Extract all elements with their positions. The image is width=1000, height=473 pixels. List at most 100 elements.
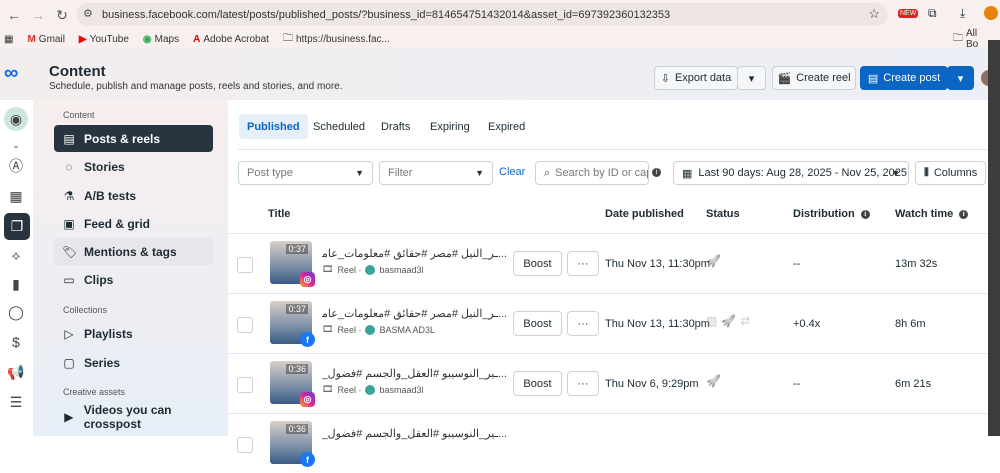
info-icon[interactable]: i (652, 168, 661, 177)
tag-icon: 🏷 (62, 244, 78, 259)
boost-button[interactable]: Boost (513, 251, 562, 276)
profile-avatar[interactable] (984, 6, 998, 20)
column-header-watch-time[interactable]: Watch time i (895, 208, 969, 220)
distribution-value: -- (793, 378, 801, 390)
info-icon[interactable]: i (860, 209, 870, 219)
more-options-button[interactable]: ··· (567, 251, 599, 276)
column-header-distribution[interactable]: Distribution i (793, 208, 870, 220)
bookmark-folder[interactable]: 🗀 https://business.fac... (283, 31, 390, 48)
video-duration: 0:37 (286, 244, 308, 254)
adjacent-window-edge (988, 40, 1000, 436)
home-icon[interactable]: Ⓐ (4, 154, 28, 178)
playlist-icon: ▷ (64, 326, 74, 341)
caret-down-icon: ▼ (891, 168, 900, 178)
columns-button[interactable]: ⦀ Columns (915, 161, 986, 185)
monetization-icon[interactable]: $ (4, 330, 28, 354)
create-post-button[interactable]: ▤ Create post (860, 66, 948, 90)
forward-icon[interactable]: → (28, 7, 48, 23)
post-type-select[interactable]: Post type ▼ (238, 161, 373, 185)
bookmark-gmail[interactable]: M Gmail (27, 34, 64, 45)
calendar-icon[interactable]: ▦ (4, 184, 28, 208)
partnerships-icon[interactable]: ⟡ (4, 243, 28, 267)
tab-expired[interactable]: Expired (480, 114, 533, 139)
apps-icon[interactable]: ▦ (4, 34, 13, 45)
instagram-icon: ◎ (300, 392, 315, 407)
series-icon: ▢ (63, 355, 75, 370)
sidebar-item-playlists[interactable]: ▷ Playlists (54, 320, 213, 347)
all-bookmarks[interactable]: 🗀 All Bo (953, 28, 986, 50)
bookmark-youtube[interactable]: ▶ YouTube (79, 34, 129, 45)
post-thumbnail[interactable]: 0:37 ◎ (270, 241, 315, 287)
insights-icon[interactable]: ▮ (4, 272, 28, 296)
tab-published[interactable]: Published (239, 114, 308, 139)
sidebar-item-feed-grid[interactable]: ▣ Feed & grid (54, 210, 213, 237)
bookmark-star-icon[interactable]: ☆ (868, 6, 880, 22)
search-input[interactable]: ⌕Search by ID or caption (535, 161, 649, 185)
calendar-icon: ▦ (682, 167, 693, 180)
boost-button[interactable]: Boost (513, 311, 562, 336)
back-icon[interactable]: ← (4, 7, 24, 23)
export-data-button[interactable]: ⇩ Export data (654, 66, 738, 90)
post-title[interactable]: ...ـير_النوسيبو #العقل_والجسم #فضول_بلا_… (322, 367, 507, 380)
post-title[interactable]: ...ـر_النيل #مصر #حقائق #معلومات_عامة ✨🌍 (322, 307, 507, 320)
page-avatar[interactable]: ◉ (4, 107, 28, 131)
sidebar-item-series[interactable]: ▢ Series (54, 349, 213, 376)
post-thumbnail[interactable]: 0:36 ◎ (270, 361, 315, 407)
distribution-value: -- (793, 258, 801, 270)
divider (238, 149, 988, 150)
sidebar-item-stories[interactable]: ◌ Stories (54, 153, 213, 180)
sidebar-item-posts-reels[interactable]: ▤ Posts & reels (54, 125, 213, 152)
date-range-select[interactable]: ▦ Last 90 days: Aug 28, 2025 - Nov 25, 20… (673, 161, 909, 185)
tab-drafts[interactable]: Drafts (373, 114, 418, 139)
table-row[interactable]: 0:37 f ...ـر_النيل #مصر #حقائق #معلومات_… (228, 293, 988, 353)
bookmarks-bar: ▦ M Gmail ▶ YouTube ◉ Maps A Adobe Acrobat 🗀… (0, 28, 1000, 50)
meta-logo-icon[interactable]: ∞ (4, 62, 18, 85)
tab-scheduled[interactable]: Scheduled (305, 114, 373, 139)
sidebar-item-crosspost[interactable]: ▶ Videos you can crosspost (54, 403, 229, 431)
content-icon[interactable]: ❐ (4, 213, 30, 240)
menu-icon[interactable]: ☰ (4, 390, 28, 414)
row-checkbox[interactable] (237, 437, 253, 453)
caret-down-icon: ▼ (475, 168, 484, 178)
search-icon: ⌕ (544, 166, 551, 179)
row-checkbox[interactable] (237, 257, 253, 273)
bookmark-acrobat[interactable]: A Adobe Acrobat (193, 34, 269, 45)
account-name: basmaad3l (379, 264, 424, 275)
row-checkbox[interactable] (237, 317, 253, 333)
create-reel-button[interactable]: 🎬 Create reel (772, 66, 856, 90)
table-row[interactable]: 0:36 f ...ـير_النوسيبو #العقل_والجسم #فض… (228, 413, 988, 473)
inbox-icon[interactable]: ◯ (4, 300, 28, 324)
row-checkbox[interactable] (237, 377, 253, 393)
extensions-icon[interactable]: ⧉ (928, 6, 937, 21)
sidebar-item-clips[interactable]: ▭ Clips (54, 266, 213, 293)
bookmark-maps[interactable]: ◉ Maps (143, 34, 179, 45)
more-options-button[interactable]: ··· (567, 311, 599, 336)
sidebar-item-ab-tests[interactable]: ⚗ A/B tests (54, 182, 213, 209)
ads-icon[interactable]: 📢 (4, 360, 28, 384)
post-title[interactable]: ...ـر_النيل #مصر #حقائق #معلومات_عامة ✨🌍 (322, 247, 507, 260)
filter-select[interactable]: Filter ▼ (379, 161, 493, 185)
reload-icon[interactable]: ↻ (52, 7, 72, 24)
boost-button[interactable]: Boost (513, 371, 562, 396)
page-header: ∞ Content Schedule, publish and manage p… (0, 48, 989, 100)
sidebar-item-mentions-tags[interactable]: 🏷 Mentions & tags (54, 238, 213, 265)
post-title[interactable]: ...ـير_النوسيبو #العقل_والجسم #فضول_بلا_… (322, 427, 507, 440)
extension-new-badge[interactable]: NEW (898, 9, 919, 18)
tab-expiring[interactable]: Expiring (422, 114, 478, 139)
export-dropdown-button[interactable]: ▾ (737, 66, 766, 90)
table-row[interactable]: 0:36 ◎ ...ـير_النوسيبو #العقل_والجسم #فض… (228, 353, 988, 413)
address-bar[interactable]: ⚙ business.facebook.com/latest/posts/pub… (76, 3, 888, 26)
page-title: Content (49, 63, 106, 80)
info-icon[interactable]: i (959, 209, 969, 219)
column-header-date[interactable]: Date published (605, 208, 684, 220)
column-header-status[interactable]: Status (706, 208, 740, 220)
site-settings-icon[interactable]: ⚙ (83, 7, 93, 20)
table-row[interactable]: 0:37 ◎ ...ـر_النيل #مصر #حقائق #معلومات_… (228, 233, 988, 293)
clear-link[interactable]: Clear (499, 166, 525, 178)
more-options-button[interactable]: ··· (567, 371, 599, 396)
column-header-title[interactable]: Title (268, 208, 290, 220)
download-icon[interactable]: ⤓ (960, 6, 965, 21)
post-thumbnail[interactable]: 0:37 f (270, 301, 315, 347)
post-thumbnail[interactable]: 0:36 f (270, 421, 315, 467)
create-post-dropdown-button[interactable]: ▾ (947, 66, 974, 90)
